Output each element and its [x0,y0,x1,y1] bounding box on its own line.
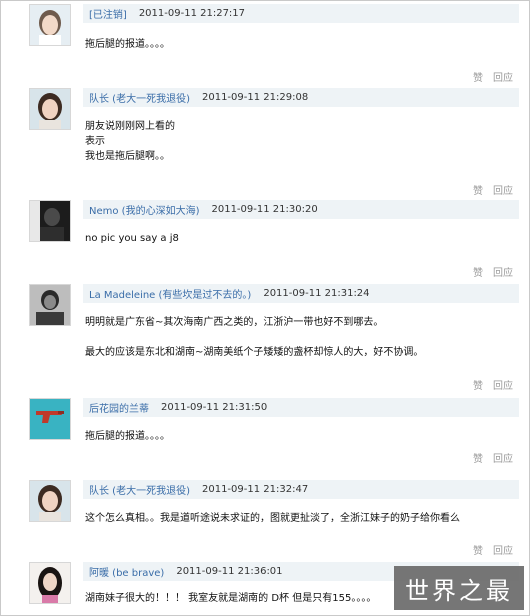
comment-time: 2011-09-11 21:31:50 [161,402,268,413]
comment-author[interactable]: 队长 (老大一死我退役) [89,90,190,105]
comment-actions: 赞 回应 [473,377,513,392]
avatar[interactable] [29,398,71,440]
comment-actions: 赞 回应 [473,450,513,465]
reply-button[interactable]: 回应 [493,264,513,279]
comment-author[interactable]: Nemo (我的心深如大海) [89,202,199,217]
comment-time: 2011-09-11 21:32:47 [201,484,309,495]
comment-actions: 赞 回应 [473,264,513,279]
comment-author[interactable]: 阿暖 (be brave) [89,564,164,579]
reply-button[interactable]: 回应 [493,450,513,465]
reply-button[interactable]: 回应 [493,542,513,557]
comment-item: 队长 (老大一死我退役) 2011-09-11 21:32:47 这个怎么真相。… [1,477,529,557]
like-button[interactable]: 赞 [473,182,483,197]
comment-actions: 赞 回应 [473,182,513,197]
like-button[interactable]: 赞 [473,264,483,279]
comment-time: 2011-09-11 21:31:24 [263,288,370,299]
comment-text: no pic you say a j8 [85,233,179,244]
avatar[interactable] [29,4,71,46]
comment-text: 这个怎么真相。。我是道听途说未求证的，图就更扯淡了，全浙江妹子的奶子给你看么 [85,513,460,524]
avatar[interactable] [29,200,71,242]
comment-actions: 赞 回应 [473,69,513,84]
comment-header: 队长 (老大一死我退役) 2011-09-11 21:29:08 [83,88,519,107]
like-button[interactable]: 赞 [473,450,483,465]
avatar[interactable] [29,562,71,604]
comment-header: 队长 (老大一死我退役) 2011-09-11 21:32:47 [83,480,519,499]
like-button[interactable]: 赞 [473,377,483,392]
avatar[interactable] [29,480,71,522]
girl-portrait-icon [30,5,70,45]
comment-item: La Madeleine (有些坎是过不去的。) 2011-09-11 21:3… [1,281,529,392]
comment-item: 队长 (老大一死我退役) 2011-09-11 21:29:08 朋友说刚刚网上… [1,85,529,197]
comment-author[interactable]: 后花园的兰蒂 [89,400,149,415]
girl-dark-hair-icon [30,563,70,603]
dark-portrait-icon [30,201,70,241]
like-button[interactable]: 赞 [473,69,483,84]
comment-actions: 赞 回应 [473,542,513,557]
comment-item: [已注销] 2011-09-11 21:27:17 拖后腿的报道。。。。 赞 回… [1,1,529,87]
comment-time: 2011-09-11 21:27:17 [138,8,246,19]
bw-photo-icon [30,285,70,325]
comment-author[interactable]: 队长 (老大一死我退役) [89,482,190,497]
comment-item: 后花园的兰蒂 2011-09-11 21:31:50 拖后腿的报道。。。。 赞 … [1,395,529,467]
comment-header: La Madeleine (有些坎是过不去的。) 2011-09-11 21:3… [83,284,519,303]
avatar[interactable] [29,88,71,130]
comment-item: Nemo (我的心深如大海) 2011-09-11 21:30:20 no pi… [1,197,529,279]
comment-time: 2011-09-11 21:30:20 [211,204,318,215]
comment-header: [已注销] 2011-09-11 21:27:17 [83,4,519,23]
like-button[interactable]: 赞 [473,542,483,557]
comment-time: 2011-09-11 21:29:08 [201,92,309,103]
comment-time: 2011-09-11 21:36:01 [176,566,283,577]
comment-author[interactable]: La Madeleine (有些坎是过不去的。) [89,286,251,301]
comment-list: [已注销] 2011-09-11 21:27:17 拖后腿的报道。。。。 赞 回… [0,0,530,616]
comment-text: 明明就是广东省~其次海南广西之类的，江浙沪一带也好不到哪去。 最大的应该是东北和… [85,317,424,358]
comment-text: 朋友说刚刚网上看的 表示 我也是拖后腿啊。。 [85,121,175,162]
avatar[interactable] [29,284,71,326]
red-gun-icon [30,399,70,439]
reply-button[interactable]: 回应 [493,182,513,197]
comment-header: 后花园的兰蒂 2011-09-11 21:31:50 [83,398,519,417]
watermark-logo: 世界之最 [394,566,524,610]
girl-portrait-icon [30,89,70,129]
girl-portrait-icon [30,481,70,521]
reply-button[interactable]: 回应 [493,69,513,84]
comment-text: 拖后腿的报道。。。。 [85,431,170,442]
comment-header: Nemo (我的心深如大海) 2011-09-11 21:30:20 [83,200,519,219]
comment-author[interactable]: [已注销] [89,6,127,21]
comment-text: 拖后腿的报道。。。。 [85,39,170,50]
reply-button[interactable]: 回应 [493,377,513,392]
